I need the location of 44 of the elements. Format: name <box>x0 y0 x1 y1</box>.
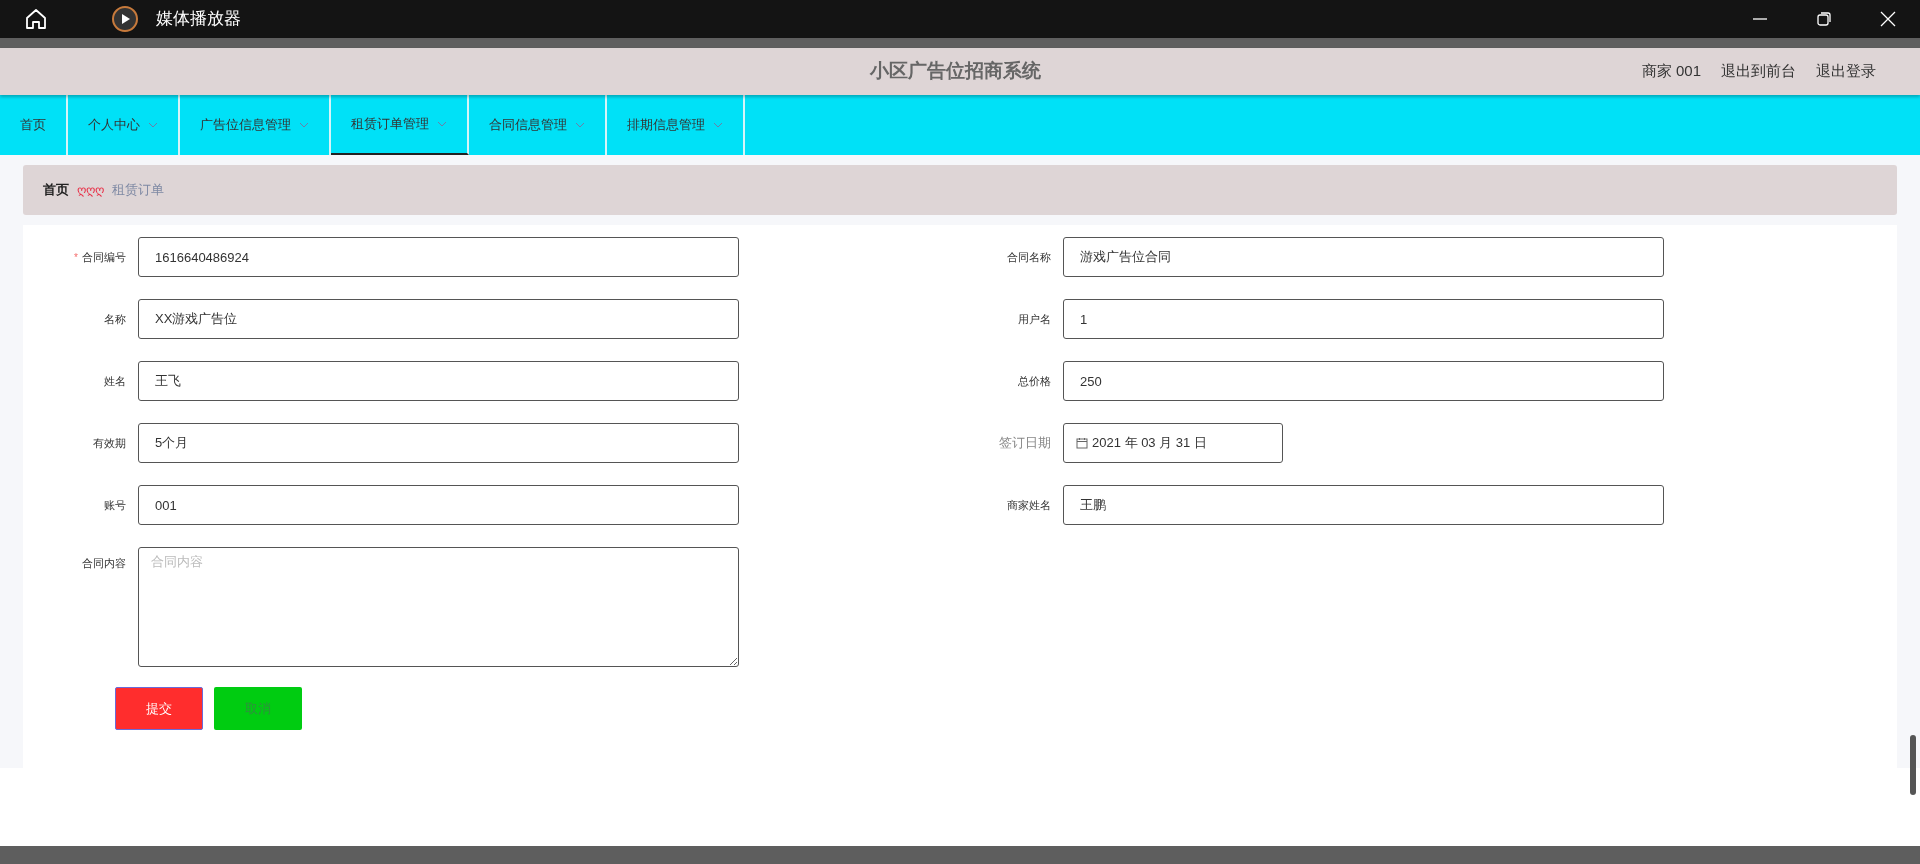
system-title: 小区广告位招商系统 <box>870 59 1041 84</box>
text-field[interactable]: 5个月 <box>138 423 739 463</box>
header-link[interactable]: 商家 001 <box>1641 60 1701 83</box>
field-label: 用户名 <box>1018 311 1051 327</box>
text-field[interactable]: 王鹏 <box>1063 485 1664 525</box>
field-label: 名称 <box>104 311 126 327</box>
chevron-down-icon <box>437 121 447 127</box>
home-icon[interactable] <box>24 7 48 31</box>
text-field[interactable]: 1 <box>1063 299 1664 339</box>
breadcrumb-current: 租赁订单 <box>112 181 164 200</box>
submit-button[interactable]: 提交 <box>115 687 203 730</box>
field-label: 姓名 <box>104 373 126 389</box>
window-title: 媒体播放器 <box>156 8 241 31</box>
text-field[interactable]: 王飞 <box>138 361 739 401</box>
scrollbar[interactable] <box>1910 735 1916 795</box>
field-label: 有效期 <box>93 435 126 451</box>
breadcrumb-home[interactable]: 首页 <box>43 180 69 200</box>
chevron-down-icon <box>713 122 723 128</box>
chevron-down-icon <box>148 122 158 128</box>
restore-icon[interactable] <box>1816 11 1832 27</box>
text-field[interactable]: 001 <box>138 485 739 525</box>
field-label: 合同名称 <box>1007 249 1051 265</box>
field-label: 账号 <box>104 497 126 513</box>
close-icon[interactable] <box>1880 11 1896 27</box>
chevron-down-icon <box>299 122 309 128</box>
text-field[interactable]: 250 <box>1063 361 1664 401</box>
field-label: 签订日期 <box>999 434 1051 453</box>
date-field[interactable]: 2021 年 03 月 31 日 <box>1063 423 1283 463</box>
text-field[interactable]: 1616640486924 <box>138 237 739 277</box>
text-field[interactable]: XX游戏广告位 <box>138 299 739 339</box>
text-field[interactable]: 游戏广告位合同 <box>1063 237 1664 277</box>
play-icon <box>112 6 138 32</box>
calendar-icon <box>1076 437 1088 449</box>
contract-content-field[interactable]: 合同内容 <box>138 547 739 667</box>
header-link[interactable]: 退出到前台 <box>1721 60 1796 83</box>
header-link[interactable]: 退出登录 <box>1816 60 1876 83</box>
date-value: 2021 年 03 月 31 日 <box>1092 434 1207 453</box>
breadcrumb-separator: ღღღ <box>77 182 104 199</box>
field-label: 商家姓名 <box>1007 497 1051 513</box>
field-label: 合同内容 <box>82 556 126 571</box>
required-mark: * <box>74 250 78 265</box>
chevron-down-icon <box>575 122 585 128</box>
field-label: 总价格 <box>1018 373 1051 389</box>
field-label: 合同编号 <box>82 249 126 265</box>
